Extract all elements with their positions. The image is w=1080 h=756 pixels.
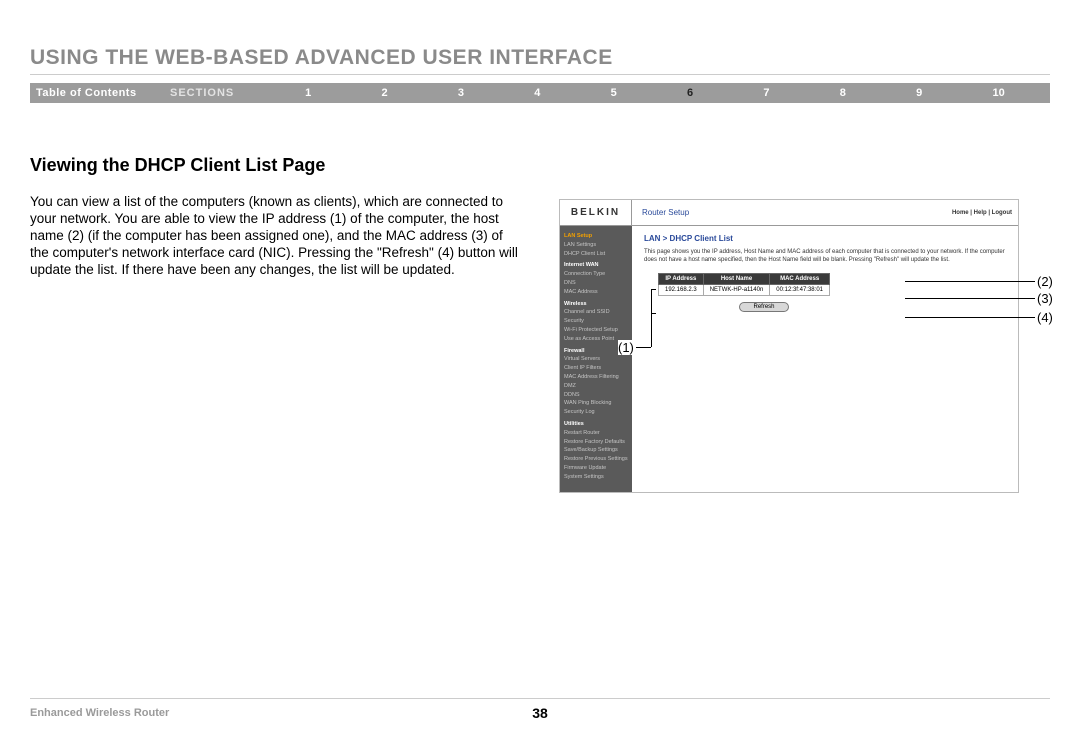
sb-lan-settings[interactable]: LAN Settings [564,241,628,250]
sb-dmz[interactable]: DMZ [564,382,628,391]
sb-mac-filter[interactable]: MAC Address Filtering [564,373,628,382]
sb-save-backup[interactable]: Save/Backup Settings [564,446,628,455]
rs-title: Router Setup [632,208,952,217]
nav-sections-label: SECTIONS [170,87,270,99]
callout-line-3 [905,298,1035,299]
sb-ddns[interactable]: DDNS [564,391,628,400]
sb-internet-wan[interactable]: Internet WAN [564,261,628,270]
nav-item-6[interactable]: 6 [687,87,693,99]
callout-line-2 [905,281,1035,282]
sb-conn-type[interactable]: Connection Type [564,270,628,279]
rs-logo: BELKIN [560,200,632,225]
bracket-1 [651,289,652,314]
nav-item-1[interactable]: 1 [305,87,311,99]
footer-page-number: 38 [0,705,1080,721]
rs-userlinks[interactable]: Home | Help | Logout [952,210,1018,216]
refresh-button[interactable]: Refresh [739,302,789,312]
sb-restore-prev[interactable]: Restore Previous Settings [564,455,628,464]
rs-sidebar: LAN Setup LAN Settings DHCP Client List … [560,226,632,492]
sb-dns[interactable]: DNS [564,279,628,288]
nav-item-10[interactable]: 10 [993,87,1005,99]
nav-items: 1 2 3 4 5 6 7 8 9 10 [270,87,1050,99]
page-title: USING THE WEB-BASED ADVANCED USER INTERF… [30,46,613,70]
rs-table: IP Address Host Name MAC Address 192.168… [658,273,830,296]
section-nav: Table of Contents SECTIONS 1 2 3 4 5 6 7… [30,83,1050,103]
body-text: You can view a list of the computers (kn… [30,194,520,278]
sb-lan-setup[interactable]: LAN Setup [564,232,628,241]
nav-item-3[interactable]: 3 [458,87,464,99]
callout-3: (3) [1037,291,1053,306]
td-ip: 192.168.2.3 [659,284,704,295]
sb-restore-defaults[interactable]: Restore Factory Defaults [564,438,628,447]
sb-sec-log[interactable]: Security Log [564,408,628,417]
callout-line-1 [636,347,651,348]
callout-1: (1) [618,340,634,355]
sb-utilities[interactable]: Utilities [564,420,628,429]
rs-main: LAN > DHCP Client List This page shows y… [632,226,1018,492]
sb-fw-update[interactable]: Firmware Update [564,464,628,473]
callout-line-4 [905,317,1035,318]
section-heading: Viewing the DHCP Client List Page [30,155,325,176]
callout-4: (4) [1037,310,1053,325]
sb-wan-ping[interactable]: WAN Ping Blocking [564,399,628,408]
nav-item-9[interactable]: 9 [916,87,922,99]
th-ip: IP Address [659,273,704,284]
sb-virtual-servers[interactable]: Virtual Servers [564,355,628,364]
sb-security[interactable]: Security [564,317,628,326]
rs-breadcrumb: LAN > DHCP Client List [644,234,1006,243]
sb-wireless[interactable]: Wireless [564,300,628,309]
rule-top [30,74,1050,75]
nav-item-2[interactable]: 2 [382,87,388,99]
th-host: Host Name [703,273,770,284]
rs-header: BELKIN Router Setup Home | Help | Logout [560,200,1018,226]
sb-wps[interactable]: Wi-Fi Protected Setup [564,326,628,335]
rs-desc: This page shows you the IP address, Host… [644,249,1006,265]
nav-item-7[interactable]: 7 [763,87,769,99]
sb-mac[interactable]: MAC Address [564,288,628,297]
nav-item-8[interactable]: 8 [840,87,846,99]
sb-client-ip[interactable]: Client IP Filters [564,364,628,373]
sb-sys-settings[interactable]: System Settings [564,473,628,482]
th-mac: MAC Address [770,273,830,284]
sb-dhcp-client-list[interactable]: DHCP Client List [564,250,628,259]
sb-restart[interactable]: Restart Router [564,429,628,438]
td-mac: 00:12:3f:47:38:01 [770,284,830,295]
nav-item-4[interactable]: 4 [534,87,540,99]
sb-channel-ssid[interactable]: Channel and SSID [564,308,628,317]
callout-2: (2) [1037,274,1053,289]
nav-toc[interactable]: Table of Contents [30,87,170,99]
td-host: NETWK-HP-a1140n [703,284,770,295]
callout-line-1v [651,314,652,347]
table-row: 192.168.2.3 NETWK-HP-a1140n 00:12:3f:47:… [659,284,830,295]
rule-bottom [30,698,1050,699]
nav-item-5[interactable]: 5 [611,87,617,99]
